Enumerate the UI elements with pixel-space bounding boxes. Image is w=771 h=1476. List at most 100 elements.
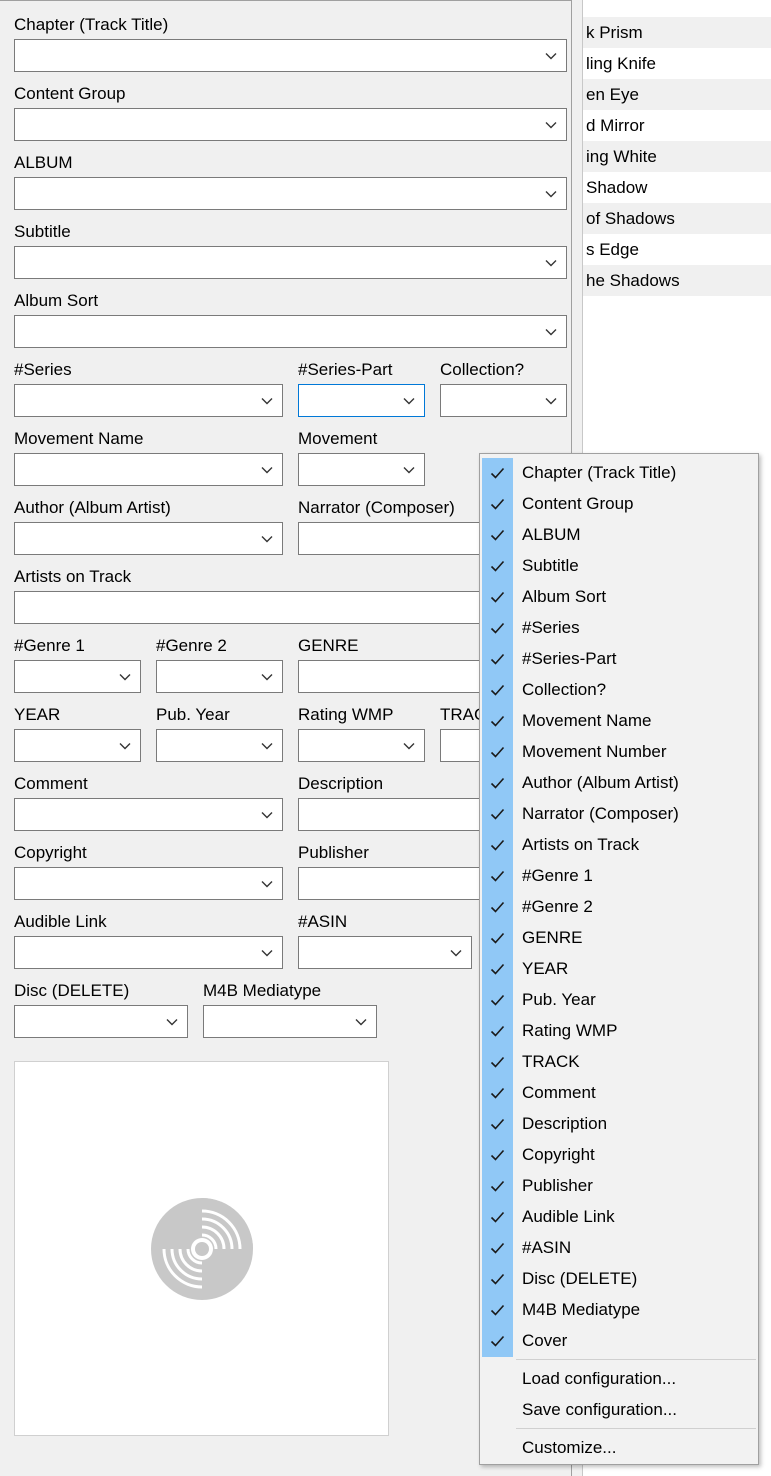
track-list-row[interactable]: s Edge (583, 234, 771, 265)
movement-name-combobox[interactable] (14, 453, 283, 486)
menu-item-checked[interactable]: Publisher (480, 1171, 758, 1202)
menu-item-checked[interactable]: #Genre 2 (480, 892, 758, 923)
album-combobox[interactable] (14, 177, 567, 210)
customize-item[interactable]: Customize... (480, 1433, 758, 1464)
checkmark-icon (482, 613, 513, 644)
chevron-down-icon[interactable] (544, 49, 558, 63)
chevron-down-icon[interactable] (544, 394, 558, 408)
track-list-row[interactable]: ling Knife (583, 48, 771, 79)
genre1-combobox[interactable] (14, 660, 141, 693)
menu-item-checked[interactable]: Chapter (Track Title) (480, 458, 758, 489)
menu-item-checked[interactable]: Cover (480, 1326, 758, 1357)
menu-item-label: Cover (522, 1331, 568, 1350)
chevron-down-icon[interactable] (544, 187, 558, 201)
genre2-combobox[interactable] (156, 660, 283, 693)
menu-item-label: #Series (522, 618, 580, 637)
cover-art-area[interactable] (14, 1061, 389, 1436)
series-part-combobox[interactable] (298, 384, 425, 417)
track-list-row[interactable]: ing White (583, 141, 771, 172)
chevron-down-icon[interactable] (260, 532, 274, 546)
copyright-combobox[interactable] (14, 867, 283, 900)
save-configuration-label: Save configuration... (522, 1400, 677, 1419)
chevron-down-icon[interactable] (165, 1015, 179, 1029)
audible-link-combobox[interactable] (14, 936, 283, 969)
menu-item-checked[interactable]: Collection? (480, 675, 758, 706)
menu-item-checked[interactable]: YEAR (480, 954, 758, 985)
m4b-mediatype-combobox[interactable] (203, 1005, 377, 1038)
asin-combobox[interactable] (298, 936, 472, 969)
menu-item-checked[interactable]: Narrator (Composer) (480, 799, 758, 830)
series-combobox[interactable] (14, 384, 283, 417)
menu-item-checked[interactable]: Audible Link (480, 1202, 758, 1233)
chevron-down-icon[interactable] (118, 739, 132, 753)
menu-item-label: TRACK (522, 1052, 580, 1071)
disc-label: Disc (DELETE) (14, 981, 130, 1000)
track-list-row[interactable]: d Mirror (583, 110, 771, 141)
track-list-row[interactable]: of Shadows (583, 203, 771, 234)
author-label: Author (Album Artist) (14, 498, 171, 517)
track-list-row[interactable]: k Prism (583, 17, 771, 48)
menu-item-checked[interactable]: ALBUM (480, 520, 758, 551)
movement-combobox[interactable] (298, 453, 425, 486)
chevron-down-icon[interactable] (449, 946, 463, 960)
menu-item-checked[interactable]: Author (Album Artist) (480, 768, 758, 799)
chevron-down-icon[interactable] (260, 670, 274, 684)
chevron-down-icon[interactable] (260, 808, 274, 822)
rating-wmp-combobox[interactable] (298, 729, 425, 762)
disc-combobox[interactable] (14, 1005, 188, 1038)
chevron-down-icon[interactable] (402, 463, 416, 477)
menu-item-checked[interactable]: Subtitle (480, 551, 758, 582)
comment-combobox[interactable] (14, 798, 283, 831)
menu-item-checked[interactable]: Disc (DELETE) (480, 1264, 758, 1295)
track-list-row[interactable]: Shadow (583, 172, 771, 203)
track-list-row[interactable]: he Shadows (583, 265, 771, 296)
menu-item-checked[interactable]: #Series (480, 613, 758, 644)
menu-item-checked[interactable]: #Series-Part (480, 644, 758, 675)
chevron-down-icon[interactable] (260, 946, 274, 960)
menu-item-checked[interactable]: Copyright (480, 1140, 758, 1171)
menu-item-checked[interactable]: Album Sort (480, 582, 758, 613)
chevron-down-icon[interactable] (260, 463, 274, 477)
author-combobox[interactable] (14, 522, 283, 555)
checkmark-icon (482, 1140, 513, 1171)
chevron-down-icon[interactable] (260, 394, 274, 408)
chevron-down-icon[interactable] (544, 118, 558, 132)
content-group-combobox[interactable] (14, 108, 567, 141)
menu-item-checked[interactable]: Pub. Year (480, 985, 758, 1016)
chevron-down-icon[interactable] (402, 394, 416, 408)
menu-item-checked[interactable]: #ASIN (480, 1233, 758, 1264)
chevron-down-icon[interactable] (118, 670, 132, 684)
menu-item-checked[interactable]: GENRE (480, 923, 758, 954)
chevron-down-icon[interactable] (354, 1015, 368, 1029)
chevron-down-icon[interactable] (260, 739, 274, 753)
save-configuration-item[interactable]: Save configuration... (480, 1395, 758, 1426)
genre-label: GENRE (298, 636, 359, 655)
chevron-down-icon[interactable] (402, 739, 416, 753)
menu-item-checked[interactable]: Description (480, 1109, 758, 1140)
load-configuration-label: Load configuration... (522, 1369, 677, 1388)
menu-item-checked[interactable]: #Genre 1 (480, 861, 758, 892)
chevron-down-icon[interactable] (544, 256, 558, 270)
menu-item-checked[interactable]: Movement Number (480, 737, 758, 768)
menu-item-checked[interactable]: Rating WMP (480, 1016, 758, 1047)
year-combobox[interactable] (14, 729, 141, 762)
menu-item-checked[interactable]: Comment (480, 1078, 758, 1109)
load-configuration-item[interactable]: Load configuration... (480, 1364, 758, 1395)
menu-item-label: M4B Mediatype (522, 1300, 641, 1319)
chevron-down-icon[interactable] (260, 877, 274, 891)
menu-item-label: ALBUM (522, 525, 581, 544)
pub-year-combobox[interactable] (156, 729, 283, 762)
chapter-combobox[interactable] (14, 39, 567, 72)
menu-item-checked[interactable]: M4B Mediatype (480, 1295, 758, 1326)
menu-item-checked[interactable]: Movement Name (480, 706, 758, 737)
track-list-row[interactable]: en Eye (583, 79, 771, 110)
checkmark-icon (482, 954, 513, 985)
chevron-down-icon[interactable] (544, 325, 558, 339)
menu-item-checked[interactable]: Content Group (480, 489, 758, 520)
album-sort-combobox[interactable] (14, 315, 567, 348)
menu-item-checked[interactable]: TRACK (480, 1047, 758, 1078)
menu-item-checked[interactable]: Artists on Track (480, 830, 758, 861)
collection-combobox[interactable] (440, 384, 567, 417)
subtitle-combobox[interactable] (14, 246, 567, 279)
menu-item-label: Description (522, 1114, 608, 1133)
